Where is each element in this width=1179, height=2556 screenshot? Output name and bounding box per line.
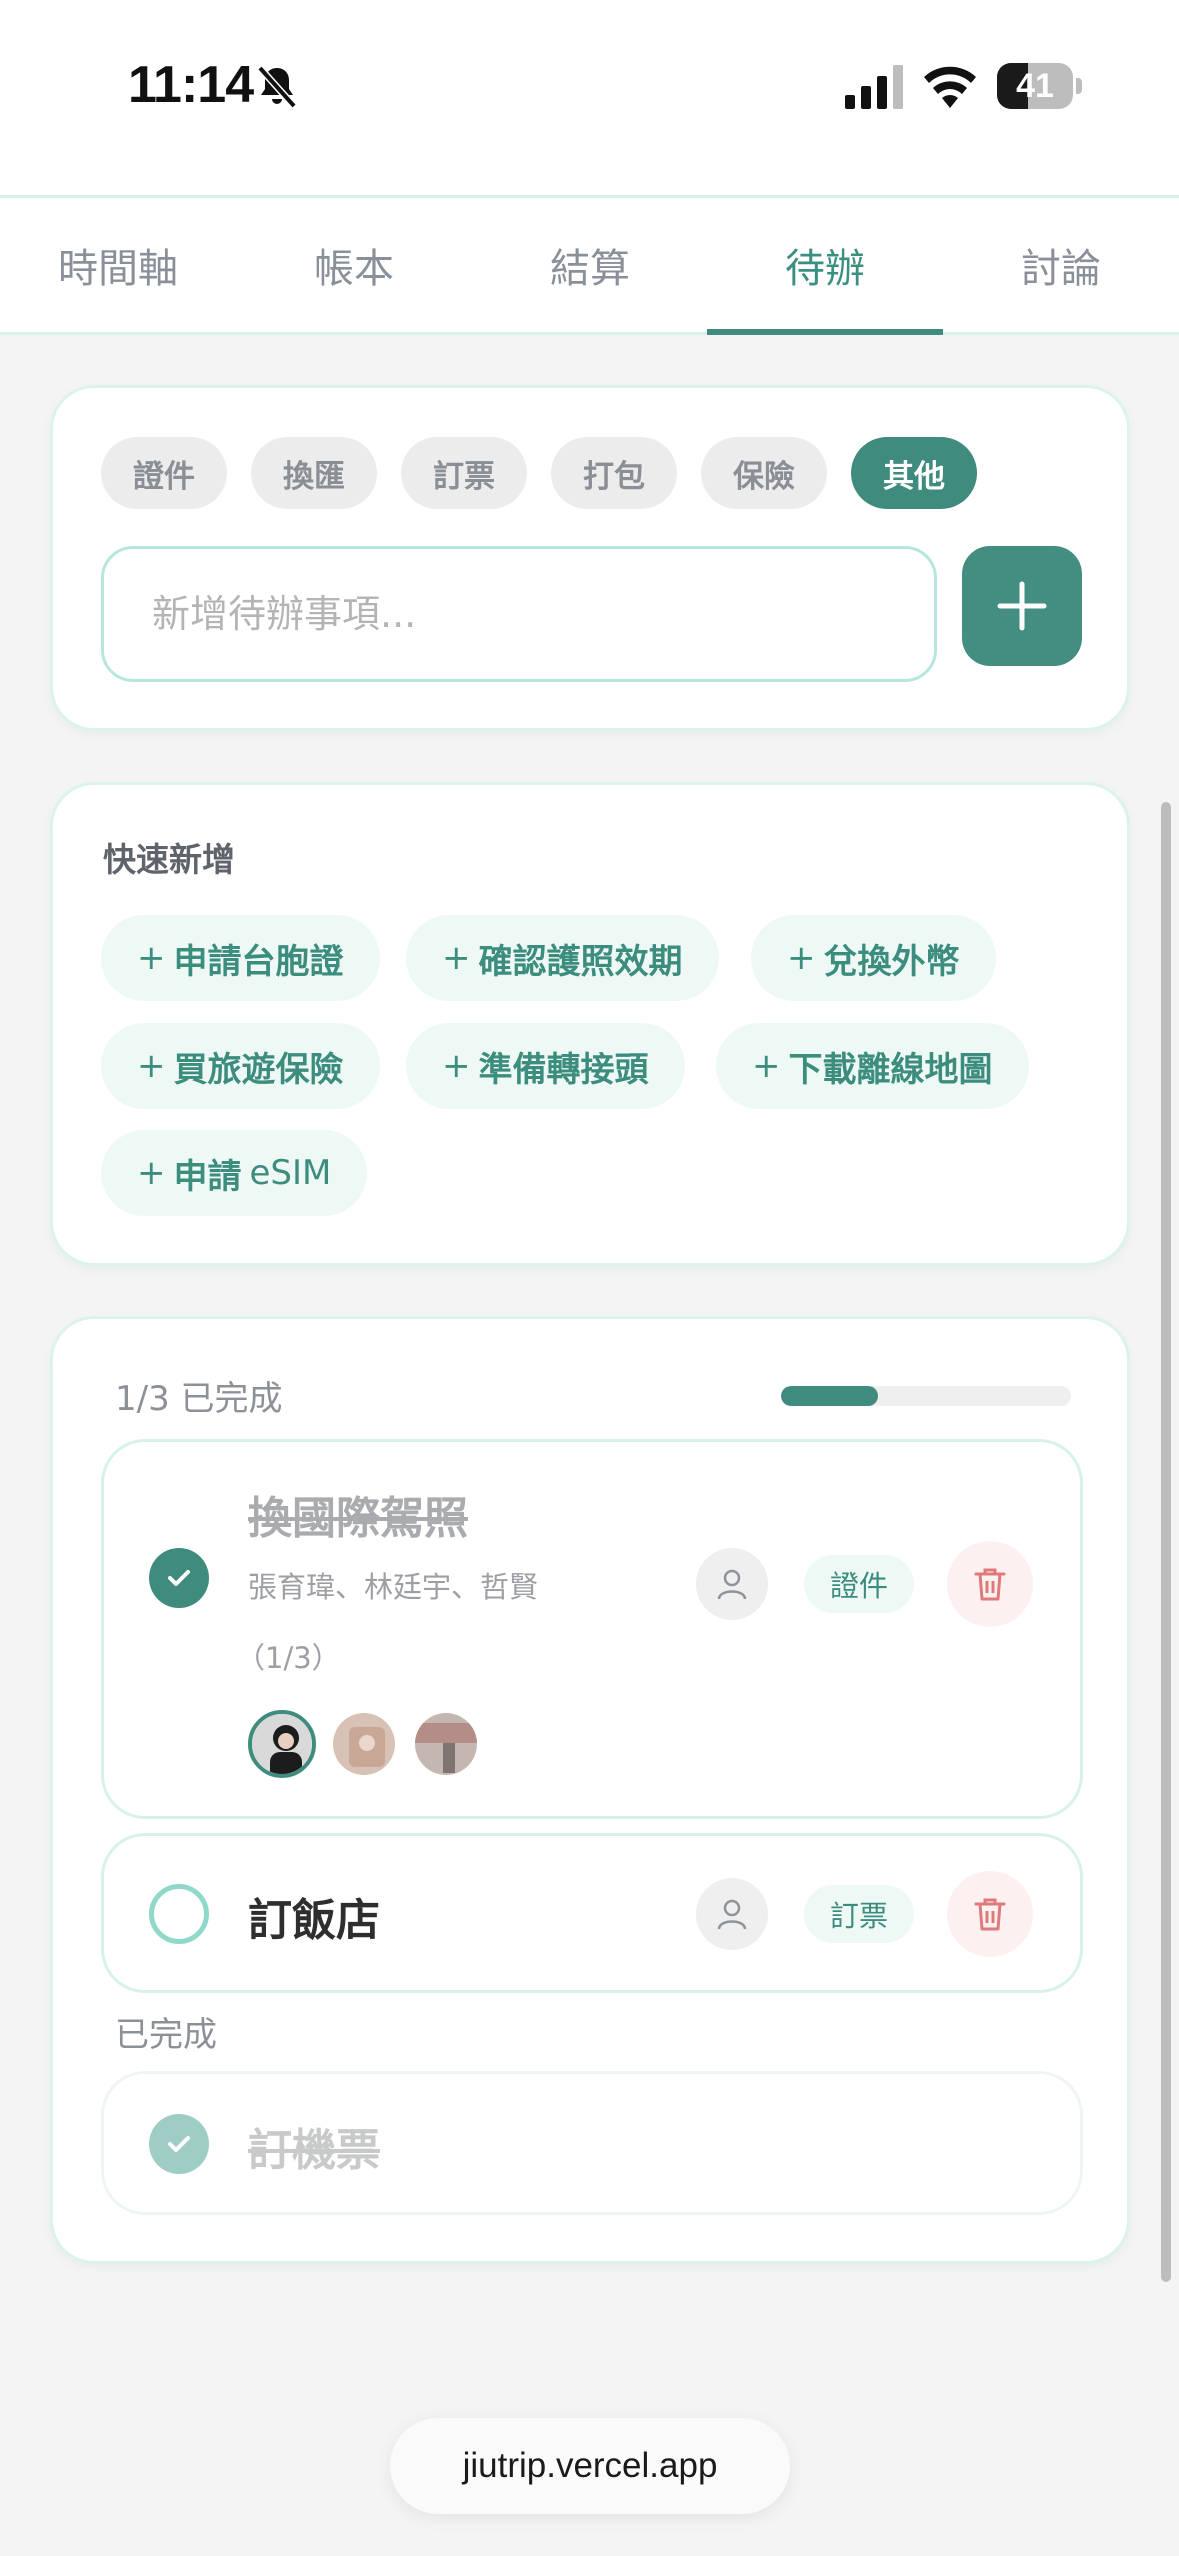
check-icon xyxy=(168,1570,190,1586)
quick-add-item[interactable]: + 申請 eSIM xyxy=(101,1130,368,1216)
app-root: 11:14 41 時間軸 帳本 結算 待辦 討論 證件 換匯 訂票 打包 保險 … xyxy=(0,0,1179,2556)
category-chip-tickets[interactable]: 訂票 xyxy=(401,437,527,509)
todo-checkbox[interactable] xyxy=(149,1884,209,1944)
status-bar: 11:14 41 xyxy=(0,0,1179,195)
tab-settlement[interactable]: 結算 xyxy=(472,198,708,332)
todo-item[interactable]: 換國際駕照 張育瑋、林廷宇、哲賢 （1/3） 證件 xyxy=(101,1439,1083,1819)
battery-icon: 41 xyxy=(997,63,1082,109)
category-chip-insurance[interactable]: 保險 xyxy=(701,437,827,509)
todo-category-tag[interactable]: 證件 xyxy=(804,1555,915,1613)
check-icon xyxy=(168,2136,190,2152)
add-todo-button[interactable] xyxy=(962,546,1082,666)
todo-item[interactable]: 訂飯店 訂票 xyxy=(101,1833,1083,1993)
progress-label: 1/3 已完成 xyxy=(115,1379,283,1419)
avatar[interactable] xyxy=(248,1710,316,1778)
tab-timeline[interactable]: 時間軸 xyxy=(0,198,236,332)
quick-add-item[interactable]: + 下載離線地圖 xyxy=(716,1023,1029,1109)
todo-title: 訂飯店 xyxy=(248,1895,380,1946)
completed-todo-item[interactable]: 訂機票 xyxy=(101,2071,1083,2215)
progress-fill xyxy=(781,1386,878,1406)
avatar[interactable] xyxy=(330,1710,398,1778)
avatar[interactable] xyxy=(412,1710,480,1778)
category-chip-documents[interactable]: 證件 xyxy=(101,437,227,509)
scrollbar[interactable] xyxy=(1161,802,1171,2282)
todo-assignees: 張育瑋、林廷宇、哲賢 xyxy=(248,1570,539,1604)
category-chip-packing[interactable]: 打包 xyxy=(551,437,677,509)
category-chip-currency[interactable]: 換匯 xyxy=(251,437,377,509)
progress-bar xyxy=(781,1386,1071,1406)
todo-title: 換國際駕照 xyxy=(248,1493,468,1544)
quick-add-item[interactable]: + 申請台胞證 xyxy=(101,915,380,1001)
status-time: 11:14 xyxy=(128,56,254,114)
delete-todo-button[interactable] xyxy=(947,1871,1033,1957)
quick-add-item[interactable]: + 兌換外幣 xyxy=(751,915,996,1001)
tab-discussion[interactable]: 討論 xyxy=(943,198,1179,332)
quick-add-card: 快速新增 + 申請台胞證 + 確認護照效期 + 兌換外幣 + 買旅遊保險 + 準備轉接頭 … xyxy=(50,782,1130,1266)
todo-category-tag[interactable]: 訂票 xyxy=(804,1885,915,1943)
tab-todo[interactable]: 待辦 xyxy=(707,198,943,335)
todo-title: 訂機票 xyxy=(248,2125,380,2176)
quick-add-item[interactable]: + 確認護照效期 xyxy=(406,915,719,1001)
new-todo-input[interactable] xyxy=(101,546,937,682)
quick-add-title: 快速新增 xyxy=(103,840,235,879)
tab-ledger[interactable]: 帳本 xyxy=(236,198,472,332)
plus-icon xyxy=(997,581,1047,631)
todo-list-card: 1/3 已完成 換國際駕照 張育瑋、林廷宇、哲賢 （1/3） 證件 訂飯店 訂票… xyxy=(50,1316,1130,2264)
silent-bell-icon xyxy=(257,65,297,109)
cellular-signal-icon xyxy=(845,65,903,109)
delete-todo-button[interactable] xyxy=(947,1541,1033,1627)
quick-add-item[interactable]: + 買旅遊保險 xyxy=(101,1023,380,1109)
trash-icon xyxy=(974,1568,1006,1601)
assign-person-button[interactable] xyxy=(696,1878,768,1950)
wifi-icon xyxy=(924,66,976,108)
completed-section-label: 已完成 xyxy=(115,2015,217,2055)
quick-add-item[interactable]: + 準備轉接頭 xyxy=(406,1023,685,1109)
new-todo-card: 證件 換匯 訂票 打包 保險 其他 xyxy=(50,385,1130,731)
person-icon xyxy=(717,1569,747,1600)
person-icon xyxy=(717,1899,747,1930)
tab-bar: 時間軸 帳本 結算 待辦 討論 xyxy=(0,195,1179,335)
assign-person-button[interactable] xyxy=(696,1548,768,1620)
todo-checkbox[interactable] xyxy=(149,1548,209,1608)
url-bar[interactable]: jiutrip.vercel.app xyxy=(390,2418,790,2514)
todo-completion-count: （1/3） xyxy=(236,1641,341,1675)
todo-checkbox[interactable] xyxy=(149,2114,209,2174)
trash-icon xyxy=(974,1898,1006,1931)
battery-level: 41 xyxy=(1016,67,1054,105)
category-chip-other[interactable]: 其他 xyxy=(851,437,977,509)
